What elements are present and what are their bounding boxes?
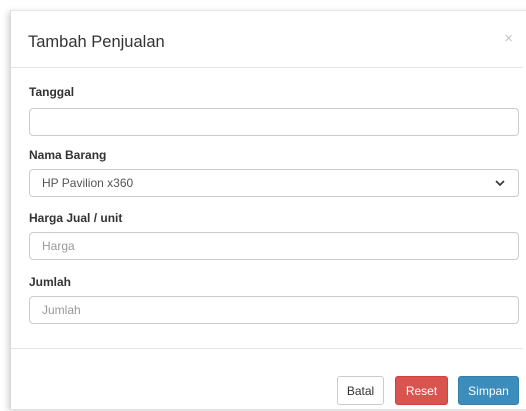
modal-title: Tambah Penjualan	[28, 33, 165, 51]
modal-header: Tambah Penjualan ×	[11, 11, 523, 68]
nama-barang-selected-value: HP Pavilion x360	[42, 176, 134, 190]
harga-label: Harga Jual / unit	[29, 211, 123, 225]
jumlah-label: Jumlah	[29, 275, 72, 289]
tanggal-label: Tanggal	[29, 85, 75, 99]
jumlah-input[interactable]	[29, 296, 519, 324]
nama-barang-label: Nama Barang	[29, 148, 107, 162]
simpan-button[interactable]: Simpan	[458, 376, 519, 405]
nama-barang-select[interactable]: HP Pavilion x360	[29, 169, 519, 197]
close-icon[interactable]: ×	[504, 31, 513, 46]
harga-input[interactable]	[29, 232, 519, 260]
reset-button[interactable]: Reset	[395, 376, 448, 405]
tanggal-input[interactable]	[29, 108, 519, 136]
add-sale-modal: Tambah Penjualan × Tanggal Nama Barang H…	[10, 10, 526, 409]
chevron-down-icon	[494, 177, 506, 189]
modal-footer: Batal Reset Simpan	[11, 348, 523, 411]
batal-button[interactable]: Batal	[337, 376, 384, 405]
